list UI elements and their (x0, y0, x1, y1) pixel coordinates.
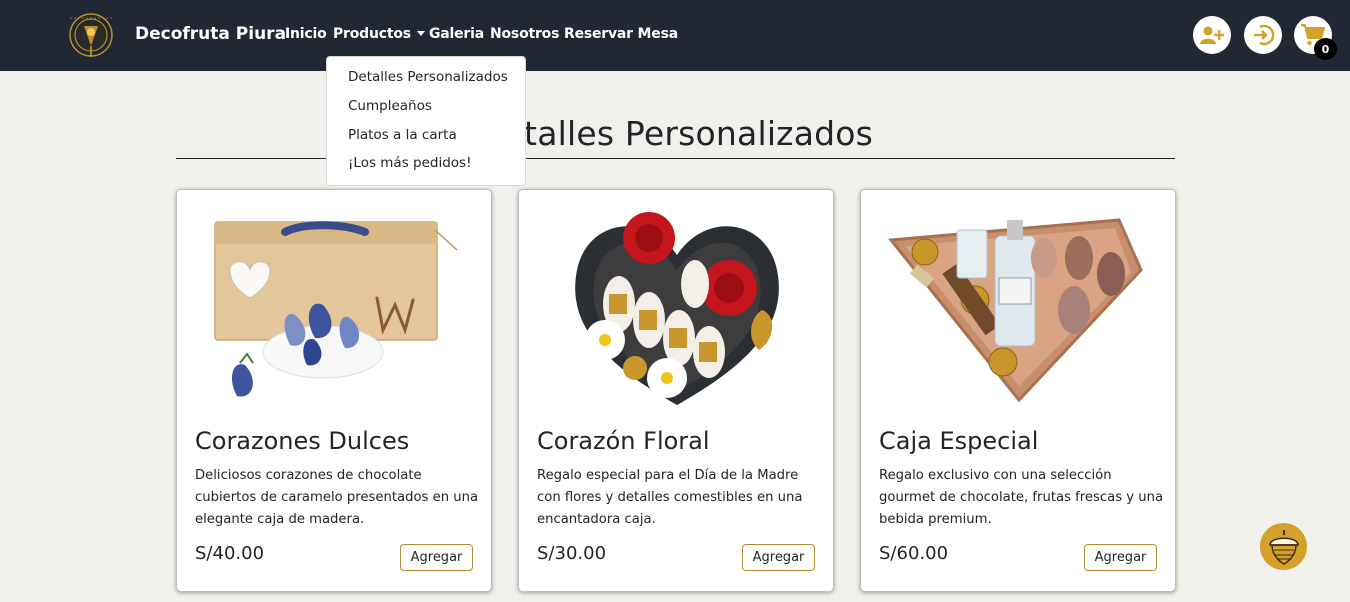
navbar: Decofruta Piura Inicio Productos Galeria… (0, 0, 1350, 71)
product-price: S/30.00 (537, 543, 607, 564)
add-to-cart-button[interactable]: Agregar (742, 544, 815, 571)
nav-link-productos-label: Productos (333, 26, 411, 42)
acorn-icon (1268, 529, 1299, 565)
nav-link-reservar-mesa[interactable]: Reservar Mesa (564, 26, 678, 42)
nav-link-inicio[interactable]: Inicio (285, 26, 327, 42)
dropdown-item-detalles-personalizados[interactable]: Detalles Personalizados (348, 69, 508, 85)
floating-acorn-button[interactable] (1260, 523, 1307, 570)
product-card-corazon-floral: Corazón Floral Regalo especial para el D… (518, 189, 834, 592)
product-image-wooden-box-strawberries (214, 221, 458, 397)
golden-crest-logo[interactable] (62, 12, 120, 60)
brand-name[interactable]: Decofruta Piura (135, 24, 286, 44)
register-button[interactable] (1193, 16, 1231, 54)
product-description: Regalo exclusivo con una selección gourm… (879, 468, 1164, 527)
add-to-cart-button[interactable]: Agregar (1084, 544, 1157, 571)
cart-count-badge: 0 (1314, 38, 1337, 60)
caret-down-icon (416, 31, 425, 36)
product-title: Corazones Dulces (195, 427, 410, 455)
product-title: Caja Especial (879, 427, 1039, 455)
nav-link-nosotros[interactable]: Nosotros (490, 26, 559, 42)
login-arrow-icon (1254, 24, 1275, 46)
login-button[interactable] (1244, 16, 1282, 54)
product-image-heart-box-roses (575, 212, 779, 405)
nav-link-productos[interactable]: Productos (333, 26, 425, 42)
add-to-cart-button[interactable]: Agregar (400, 544, 473, 571)
productos-dropdown-menu: Detalles Personalizados Cumpleaños Plato… (326, 56, 526, 186)
product-description: Deliciosos corazones de chocolate cubier… (195, 468, 479, 527)
product-card-caja-especial: Caja Especial Regalo exclusivo con una s… (860, 189, 1176, 592)
dropdown-item-platos-a-la-carta[interactable]: Platos a la carta (348, 127, 457, 143)
dropdown-item-cumpleanos[interactable]: Cumpleaños (348, 98, 432, 114)
product-price: S/40.00 (195, 543, 265, 564)
product-price: S/60.00 (879, 543, 949, 564)
product-title: Corazón Floral (537, 427, 710, 455)
nav-link-galeria[interactable]: Galeria (429, 26, 484, 42)
product-image-gourmet-box (888, 218, 1143, 403)
product-description: Regalo especial para el Día de la Madre … (537, 468, 803, 527)
product-card-corazones-dulces: Corazones Dulces Deliciosos corazones de… (176, 189, 492, 592)
user-plus-icon (1200, 26, 1224, 44)
dropdown-item-los-mas-pedidos[interactable]: ¡Los más pedidos! (348, 155, 472, 171)
